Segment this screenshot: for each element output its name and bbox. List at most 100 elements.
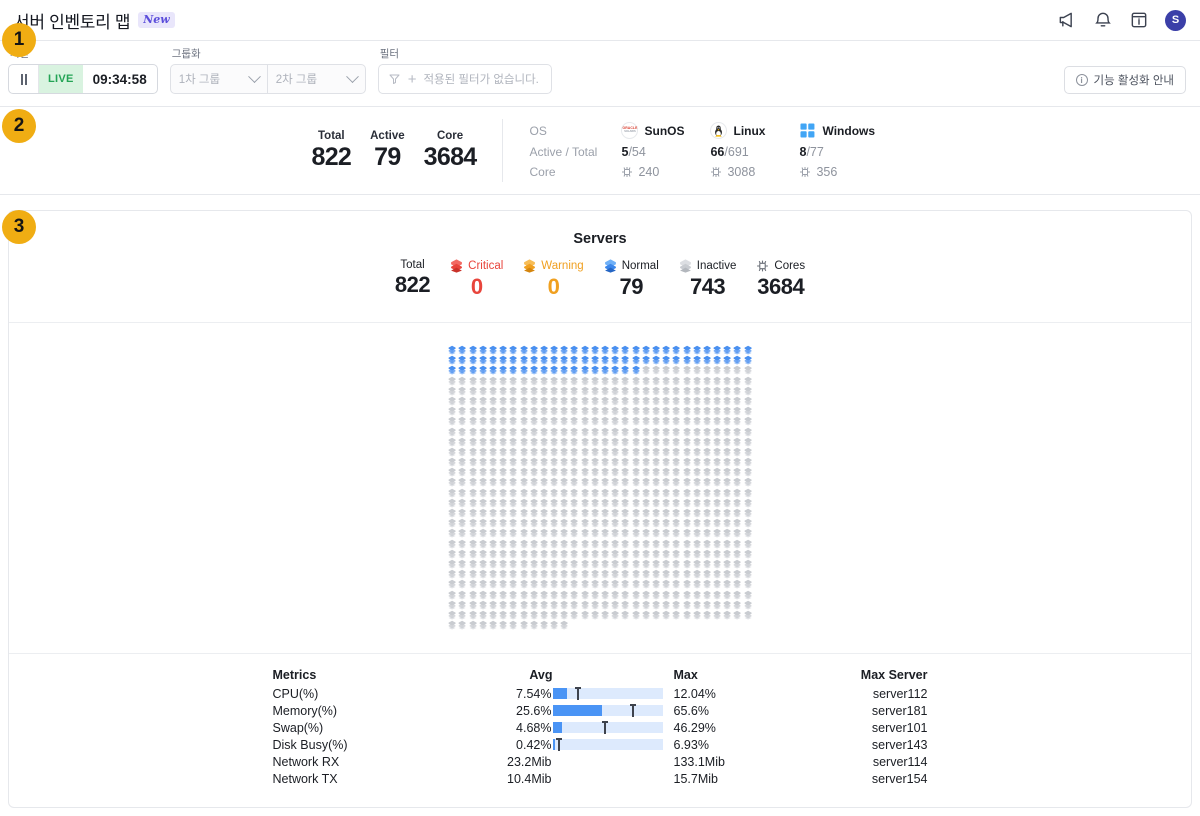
server-cell[interactable] (559, 365, 569, 375)
server-cell[interactable] (620, 355, 630, 365)
server-cell[interactable] (743, 345, 753, 355)
server-cell[interactable] (590, 488, 600, 498)
server-cell[interactable] (590, 498, 600, 508)
server-cell[interactable] (620, 549, 630, 559)
server-cell[interactable] (478, 376, 488, 386)
server-cell[interactable] (620, 559, 630, 569)
server-cell[interactable] (457, 610, 467, 620)
server-cell[interactable] (529, 457, 539, 467)
server-cell[interactable] (549, 600, 559, 610)
server-cell[interactable] (702, 437, 712, 447)
server-cell[interactable] (661, 355, 671, 365)
server-cell[interactable] (600, 488, 610, 498)
server-cell[interactable] (651, 600, 661, 610)
server-cell[interactable] (457, 498, 467, 508)
server-cell[interactable] (559, 549, 569, 559)
server-cell[interactable] (580, 365, 590, 375)
server-cell[interactable] (447, 437, 457, 447)
server-cell[interactable] (702, 427, 712, 437)
server-cell[interactable] (569, 355, 579, 365)
server-cell[interactable] (559, 396, 569, 406)
server-cell[interactable] (488, 345, 498, 355)
server-cell[interactable] (620, 498, 630, 508)
server-cell[interactable] (508, 579, 518, 589)
server-cell[interactable] (488, 518, 498, 528)
server-cell[interactable] (610, 355, 620, 365)
server-cell[interactable] (600, 549, 610, 559)
server-cell[interactable] (722, 569, 732, 579)
server-cell[interactable] (722, 386, 732, 396)
server-cell[interactable] (732, 590, 742, 600)
server-cell[interactable] (468, 355, 478, 365)
server-cell[interactable] (600, 590, 610, 600)
server-cell[interactable] (498, 447, 508, 457)
server-cell[interactable] (519, 406, 529, 416)
server-cell[interactable] (661, 559, 671, 569)
server-cell[interactable] (651, 396, 661, 406)
server-cell[interactable] (610, 508, 620, 518)
server-cell[interactable] (559, 427, 569, 437)
server-cell[interactable] (498, 457, 508, 467)
server-cell[interactable] (549, 386, 559, 396)
table-row[interactable]: Swap(%) 4.68% 46.29% server101 (273, 719, 928, 736)
server-cell[interactable] (498, 620, 508, 630)
server-cell[interactable] (468, 396, 478, 406)
server-cell[interactable] (712, 345, 722, 355)
server-cell[interactable] (529, 386, 539, 396)
server-cell[interactable] (478, 416, 488, 426)
pause-button[interactable] (9, 65, 39, 93)
server-cell[interactable] (580, 437, 590, 447)
server-cell[interactable] (529, 416, 539, 426)
server-cell[interactable] (671, 539, 681, 549)
server-cell[interactable] (549, 498, 559, 508)
server-cell[interactable] (488, 416, 498, 426)
server-cell[interactable] (559, 437, 569, 447)
server-cell[interactable] (478, 396, 488, 406)
server-cell[interactable] (732, 376, 742, 386)
server-cell[interactable] (488, 467, 498, 477)
server-cell[interactable] (600, 406, 610, 416)
server-cell[interactable] (539, 508, 549, 518)
server-cell[interactable] (743, 569, 753, 579)
server-cell[interactable] (600, 427, 610, 437)
server-cell[interactable] (498, 355, 508, 365)
server-cell[interactable] (559, 406, 569, 416)
server-cell[interactable] (539, 467, 549, 477)
server-cell[interactable] (641, 488, 651, 498)
server-cell[interactable] (712, 488, 722, 498)
server-cell[interactable] (620, 488, 630, 498)
server-cell[interactable] (539, 620, 549, 630)
server-cell[interactable] (712, 569, 722, 579)
server-cell[interactable] (529, 590, 539, 600)
server-cell[interactable] (743, 477, 753, 487)
legend-item-critical[interactable]: Critical 0 (440, 259, 513, 300)
server-cell[interactable] (661, 569, 671, 579)
server-cell[interactable] (732, 386, 742, 396)
server-cell[interactable] (478, 549, 488, 559)
server-cell[interactable] (519, 569, 529, 579)
server-cell[interactable] (590, 447, 600, 457)
server-cell[interactable] (559, 590, 569, 600)
server-cell[interactable] (712, 528, 722, 538)
server-cell[interactable] (447, 467, 457, 477)
server-cell[interactable] (692, 447, 702, 457)
server-cell[interactable] (661, 345, 671, 355)
server-cell[interactable] (468, 579, 478, 589)
server-cell[interactable] (519, 579, 529, 589)
server-cell[interactable] (631, 406, 641, 416)
server-cell[interactable] (743, 406, 753, 416)
server-cell[interactable] (549, 396, 559, 406)
server-cell[interactable] (732, 416, 742, 426)
server-cell[interactable] (620, 386, 630, 396)
server-cell[interactable] (549, 365, 559, 375)
server-cell[interactable] (743, 457, 753, 467)
server-cell[interactable] (732, 498, 742, 508)
server-cell[interactable] (641, 355, 651, 365)
server-cell[interactable] (498, 518, 508, 528)
server-cell[interactable] (569, 376, 579, 386)
server-cell[interactable] (692, 416, 702, 426)
server-cell[interactable] (661, 579, 671, 589)
server-cell[interactable] (671, 416, 681, 426)
server-cell[interactable] (457, 528, 467, 538)
server-cell[interactable] (682, 365, 692, 375)
